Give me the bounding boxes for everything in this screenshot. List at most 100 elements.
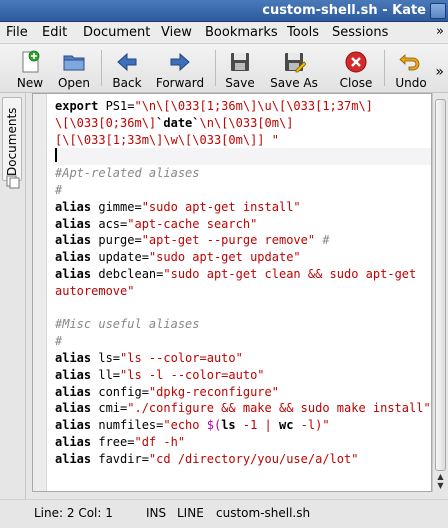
code-token: alias [55,216,92,231]
code-token: config= [91,384,149,399]
menu-edit[interactable]: Edit [42,25,67,40]
text-cursor [55,148,57,163]
code-token: #Misc useful aliases [55,317,200,332]
code-line[interactable]: alias acs="apt-cache search" [55,216,431,233]
code-token: wc [279,418,294,433]
code-line[interactable] [55,300,431,317]
window-menu-button[interactable] [430,3,446,19]
code-token: alias [55,401,92,416]
window-title: custom-shell.sh - Kate [262,3,426,18]
code-token: # [55,182,63,197]
code-line[interactable]: alias ll="ls -l --color=auto" [55,367,431,384]
status-bar: Line: 2 Col: 1 INS LINE custom-shell.sh [0,499,448,528]
code-token: "sudo apt-get install" [141,199,301,214]
code-line[interactable]: # [55,182,431,199]
code-token: favdir= [91,451,149,466]
code-line[interactable]: alias debclean="sudo apt-get clean && su… [55,266,431,283]
documents-tab-label: Documents [5,107,19,176]
code-token: debclean= [91,266,164,281]
code-token: numfiles= [91,418,164,433]
code-token: "cd /directory/you/use/a/lot" [148,451,359,466]
code-line[interactable]: export PS1="\n\[\033[1;36m\]\u\[\033[1;3… [55,98,431,115]
documents-tab[interactable]: Documents [2,97,22,181]
code-token: \n\[\033[0m\] [199,115,294,130]
code-token: [\[\033[1;33m\]\w\[\033[0m\]] " [55,132,279,147]
menu-sessions[interactable]: Sessions [332,25,388,40]
code-token: alias [55,199,92,214]
code-token: "df -h" [134,434,186,449]
code-line[interactable]: alias cmi="./configure && make && sudo m… [55,400,431,417]
code-token: update= [91,250,149,265]
arrow-left-icon [117,52,137,72]
code-token: alias [55,367,92,382]
menu-overflow-button[interactable]: » [436,24,444,39]
undo-button[interactable]: Undo [392,46,430,91]
code-line[interactable]: alias gimme="sudo apt-get install" [55,199,431,216]
toolbar-overflow-button[interactable]: » [435,64,444,80]
code-token: gimme= [91,199,142,214]
menu-bookmarks[interactable]: Bookmarks [205,25,278,40]
code-token: alias [55,350,92,365]
new-button[interactable]: New [14,46,46,91]
code-token: "sudo apt-get clean && sudo apt-get [163,266,417,281]
scroll-up-arrow-icon[interactable]: ▲ [435,473,446,481]
floppy-disk-icon [231,53,249,71]
forward-button[interactable]: Forward [154,46,206,91]
code-line[interactable]: #Misc useful aliases [55,316,431,333]
save-button-label: Save [225,76,255,90]
toolbar-separator [384,50,385,86]
code-line[interactable]: # [55,333,431,350]
selection-mode-indicator[interactable]: LINE [177,506,204,520]
close-button[interactable]: Close [336,46,376,91]
menu-file[interactable]: File [6,25,28,40]
open-button-label: Open [57,76,91,90]
save-as-button-label: Save As [270,76,318,90]
menu-document[interactable]: Document [83,25,150,40]
code-token: alias [55,451,92,466]
code-token: #Apt-related aliases [55,166,200,181]
menu-view[interactable]: View [161,25,192,40]
status-filename: custom-shell.sh [216,506,311,520]
code-line[interactable]: alias ls="ls --color=auto" [55,350,431,367]
arrow-right-icon [170,52,190,72]
code-line[interactable]: alias update="sudo apt-get update" [55,249,431,266]
menu-bar: File Edit Document View Bookmarks Tools … [0,22,448,44]
toolbar-separator [215,50,216,86]
code-token: export [55,99,99,113]
code-token: `date` [156,115,200,130]
scroll-down-arrow-icon[interactable]: ▼ [435,482,446,490]
new-document-icon [22,50,40,73]
code-token: # [315,233,330,248]
code-line[interactable]: autoremove" [55,283,431,300]
save-button[interactable]: Save [222,46,258,91]
back-button[interactable]: Back [108,46,146,91]
code-line[interactable]: alias config="dpkg-reconfigure" [55,384,431,401]
insert-mode-indicator[interactable]: INS [146,506,166,520]
code-line[interactable]: \[\033[0;36m\]`date`\n\[\033[0m\] [55,115,431,132]
cursor-position: Line: 2 Col: 1 [34,506,113,520]
back-button-label: Back [112,76,142,90]
code-token: alias [55,434,92,449]
code-token: alias [55,418,92,433]
toolbar-separator [101,50,102,86]
code-token: "ls -l --color=auto" [120,367,265,382]
save-as-button[interactable]: Save As [266,46,322,91]
open-button[interactable]: Open [55,46,93,91]
code-line[interactable]: #Apt-related aliases [55,165,431,182]
text-editor[interactable]: export PS1="\n\[\033[1;36m\]\u\[\033[1;3… [32,93,432,492]
code-token: ll= [91,367,121,382]
scrollbar-thumb[interactable] [435,99,446,471]
code-token: autoremove" [55,283,135,298]
code-line[interactable]: alias numfiles="echo $(ls -1 | wc -l)" [55,417,431,434]
code-line[interactable]: alias purge="apt-get --purge remove" # [55,232,431,249]
code-line[interactable]: alias favdir="cd /directory/you/use/a/lo… [55,451,431,468]
code-line[interactable] [55,148,431,166]
code-token: acs= [91,216,128,231]
code-token: alias [55,250,92,265]
code-line[interactable]: [\[\033[1;33m\]\w\[\033[0m\]] " [55,132,431,149]
code-area[interactable]: export PS1="\n\[\033[1;36m\]\u\[\033[1;3… [55,98,431,468]
vertical-scrollbar[interactable]: ▲ ▼ [432,93,448,492]
menu-tools[interactable]: Tools [287,25,319,40]
code-line[interactable]: alias free="df -h" [55,434,431,451]
close-red-circle-icon [345,51,367,73]
